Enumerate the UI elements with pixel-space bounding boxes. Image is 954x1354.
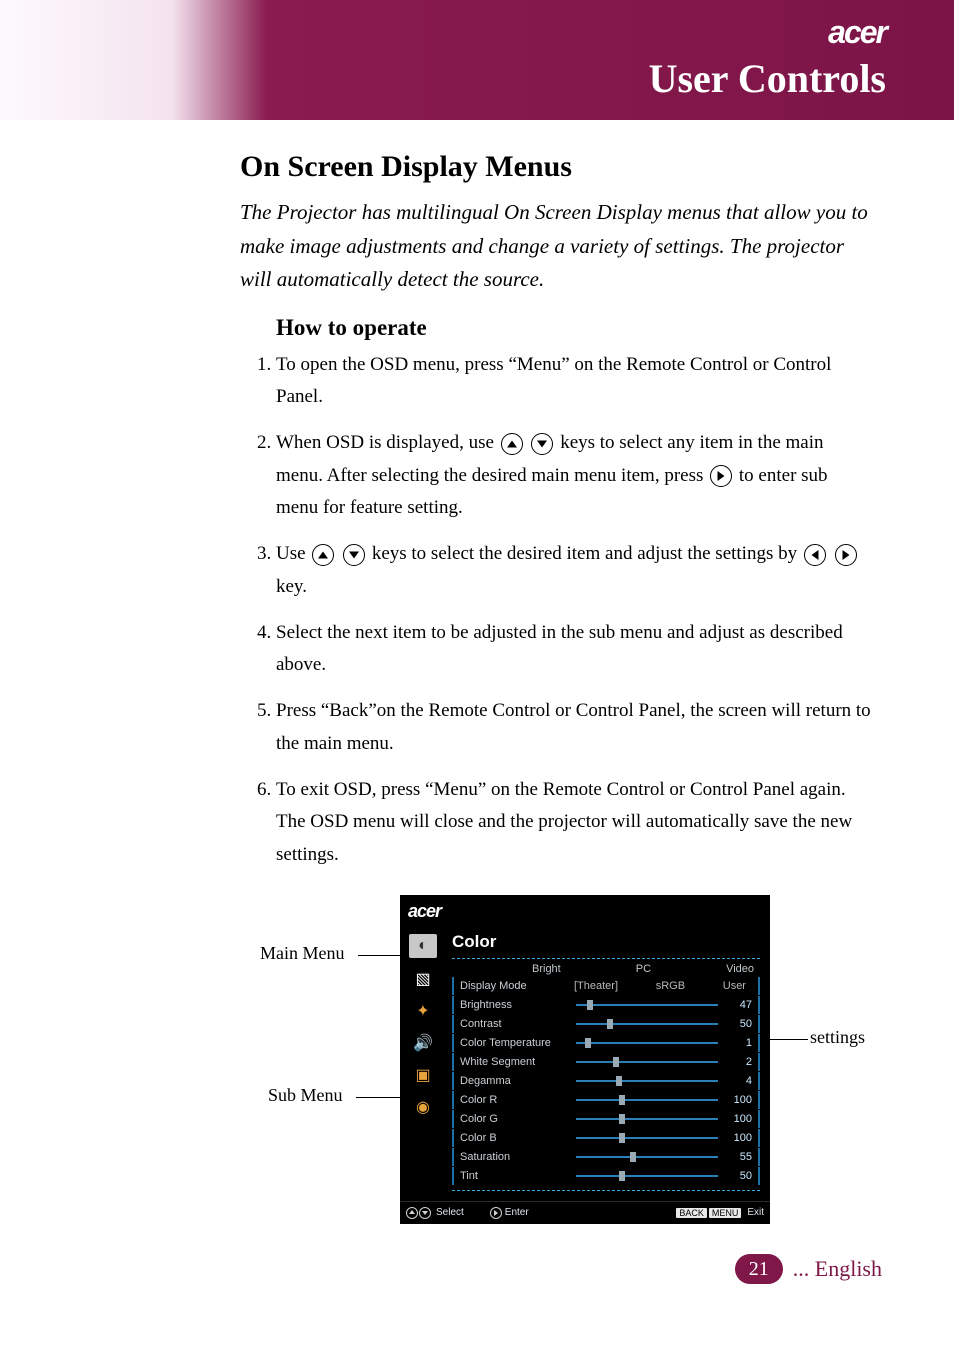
osd-row: Tint 50 [452,1167,760,1185]
osd-row: Brightness 47 [452,996,760,1014]
left-icon [804,544,826,566]
sidebar-image-icon: ▧ [411,968,435,990]
osd-value: 1 [726,1037,752,1049]
nav-up-icon [406,1207,418,1219]
osd-row-label: Contrast [460,1018,568,1030]
up-icon [501,433,523,455]
step-4: Select the next item to be adjusted in t… [276,617,874,682]
osd-slider [576,1099,718,1101]
osd-slider [576,1061,718,1063]
osd-row: Degamma 4 [452,1072,760,1090]
osd-row: Color Temperature 1 [452,1034,760,1052]
page-number: 21 [735,1254,783,1284]
osd-row: Color G 100 [452,1110,760,1128]
osd-row: Display Mode[Theater]sRGBUser [452,977,760,995]
osd-value: 55 [726,1151,752,1163]
osd-row-label: Color G [460,1113,568,1125]
osd-row: Color B 100 [452,1129,760,1147]
sidebar-management-icon: ✦ [411,1000,435,1022]
intro-text: The Projector has multilingual On Screen… [240,196,874,297]
nav-enter-icon [490,1207,502,1219]
down-icon [343,544,365,566]
osd-panel: Color BrightPCVideo Display Mode[Theater… [446,928,770,1201]
osd-value: 2 [726,1056,752,1068]
down-icon [531,433,553,455]
osd-row-label: Degamma [460,1075,568,1087]
osd-slider [576,1137,718,1139]
osd-slider [576,1080,718,1082]
nav-down-icon [419,1207,431,1219]
sidebar-language-icon: ◉ [411,1096,435,1118]
osd-slider [576,1118,718,1120]
step-3: Use keys to select the desired item and … [276,538,874,603]
up-icon [312,544,334,566]
osd-row-label: White Segment [460,1056,568,1068]
label-select: Select [436,1207,464,1218]
osd-value: 47 [726,999,752,1011]
steps-list: To open the OSD menu, press “Menu” on th… [248,349,874,871]
osd-row: White Segment 2 [452,1053,760,1071]
osd-row-label: Color Temperature [460,1037,568,1049]
osd-row: Contrast 50 [452,1015,760,1033]
section-title: On Screen Display Menus [240,150,874,184]
callout-main-menu: Main Menu [260,943,345,964]
osd-figure: Main Menu Sub Menu settings acer ◐ ▧ ✦ 🔊… [240,895,874,1195]
language-label: ... English [793,1256,882,1282]
step-6: To exit OSD, press “Menu” on the Remote … [276,774,874,871]
osd-value: 100 [726,1132,752,1144]
osd-row-label: Saturation [460,1151,568,1163]
sidebar-audio-icon: 🔊 [411,1032,435,1054]
key-back: BACK [676,1208,707,1218]
step-2: When OSD is displayed, use keys to selec… [276,427,874,524]
osd-bottom-bar: Select Enter BACK MENU Exit [400,1201,770,1224]
page-footer: 21 ... English [735,1254,882,1284]
label-enter: Enter [505,1207,529,1218]
label-exit: Exit [747,1207,764,1218]
osd-row-label: Display Mode [460,980,568,992]
osd-slider [576,1156,718,1158]
osd-slider [576,1023,718,1025]
osd-value: 50 [726,1170,752,1182]
osd-screenshot: acer ◐ ▧ ✦ 🔊 ▣ ◉ Color BrightPCVideo Dis [400,895,770,1224]
page-header: acer User Controls [0,0,954,120]
osd-value: 4 [726,1075,752,1087]
brand-logo: acer [828,14,886,51]
osd-row-label: Color R [460,1094,568,1106]
osd-sidebar: ◐ ▧ ✦ 🔊 ▣ ◉ [400,928,446,1201]
sidebar-color-icon: ◐ [409,934,437,958]
page-content: On Screen Display Menus The Projector ha… [240,150,874,1195]
callout-sub-menu: Sub Menu [268,1085,343,1106]
osd-slider [576,1042,718,1044]
osd-row-label: Tint [460,1170,568,1182]
osd-row: Saturation 55 [452,1148,760,1166]
step-1: To open the OSD menu, press “Menu” on th… [276,349,874,414]
header-title: User Controls [649,55,886,102]
key-menu: MENU [709,1208,742,1218]
osd-slider [576,1175,718,1177]
osd-row-label: Color B [460,1132,568,1144]
osd-title: Color [452,932,760,952]
osd-row: Color R 100 [452,1091,760,1109]
osd-value: 100 [726,1113,752,1125]
right-icon [710,465,732,487]
osd-value: 50 [726,1018,752,1030]
osd-logo: acer [408,901,441,921]
step-5: Press “Back”on the Remote Control or Con… [276,695,874,760]
sidebar-timer-icon: ▣ [411,1064,435,1086]
osd-value: 100 [726,1094,752,1106]
right-icon [835,544,857,566]
callout-settings: settings [810,1027,865,1048]
osd-row-label: Brightness [460,999,568,1011]
osd-slider [576,1004,718,1006]
howto-title: How to operate [276,315,874,341]
